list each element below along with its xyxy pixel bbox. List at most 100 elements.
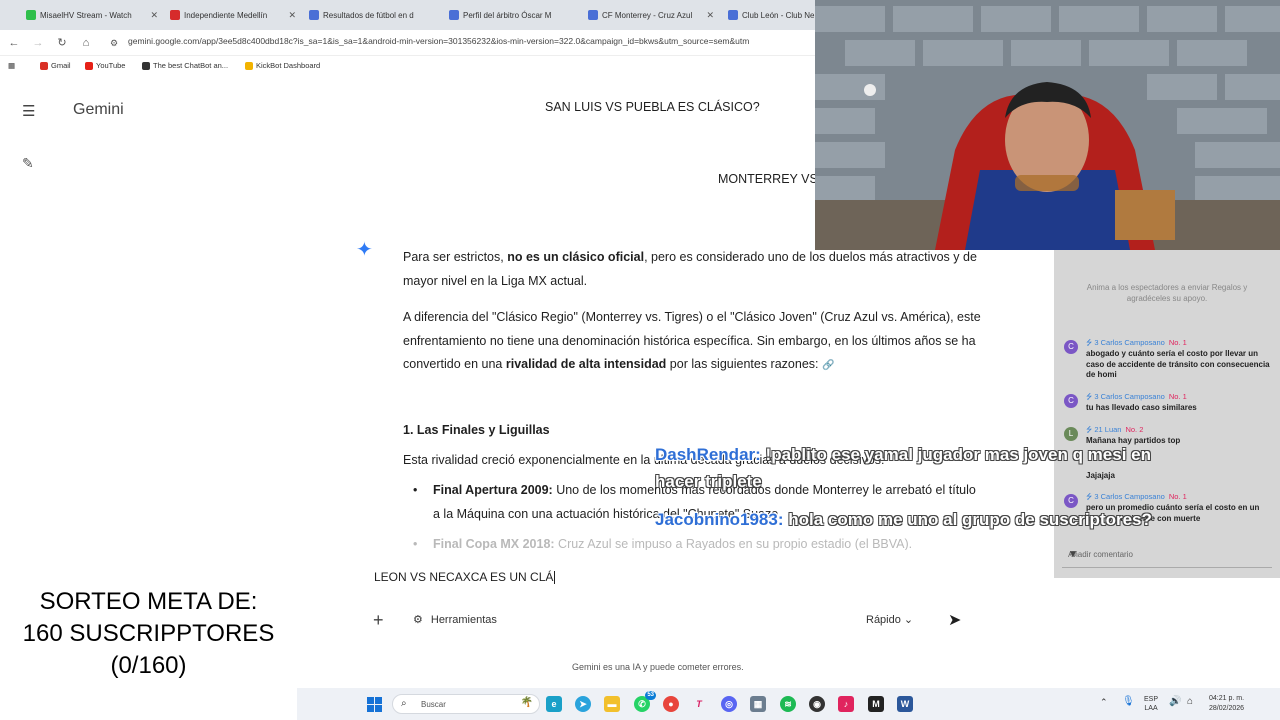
username: Carlos Camposano	[1100, 492, 1165, 501]
comment-input[interactable]: Añadir comentario ☺ ▼	[1062, 544, 1272, 568]
calculator-icon[interactable]: ▦	[750, 696, 766, 712]
forward-icon[interactable]: →	[30, 35, 46, 51]
new-chat-icon[interactable]: ✎	[22, 155, 38, 171]
obs-icon[interactable]: ◉	[809, 696, 825, 712]
kickbot-icon	[245, 61, 253, 70]
chatbot-icon	[142, 61, 150, 70]
browser-tab[interactable]: Perfil del árbitro Óscar M	[449, 6, 575, 24]
menu-icon[interactable]: ☰	[22, 102, 38, 120]
avatar: C	[1064, 494, 1078, 508]
chevron-down-icon: ⌄	[903, 614, 914, 626]
tab-label: Perfil del árbitro Óscar M	[463, 10, 552, 20]
capcut-icon[interactable]: M	[868, 696, 884, 712]
stream-alert: Jacobnino1983: hola como me uno al grupo…	[655, 510, 1152, 530]
gmail-icon	[40, 61, 48, 70]
tab-close-icon[interactable]: ✕	[150, 10, 158, 21]
webcam-overlay	[815, 0, 1280, 250]
response-paragraph: Para ser estrictos, no es un clásico ofi…	[403, 246, 993, 293]
tools-icon: ⚙	[413, 614, 423, 626]
level: 3	[1094, 338, 1099, 347]
tiktok-icon[interactable]: ♪	[838, 696, 854, 712]
chrome-icon[interactable]: ●	[663, 696, 679, 712]
link-icon[interactable]: 🔗	[822, 360, 834, 371]
tray-chevron-icon[interactable]: ⌃	[1100, 698, 1108, 707]
network-icon[interactable]: ⌂	[1187, 697, 1193, 707]
bookmark-gmail[interactable]: Gmail	[40, 61, 71, 70]
level: 21	[1094, 425, 1103, 434]
bookmark-chatbot[interactable]: The best ChatBot an...	[142, 61, 228, 70]
giveaway-line: SORTEO META DE:	[39, 588, 258, 615]
bookmark-label: KickBot Dashboard	[256, 61, 321, 70]
browser-tab-strip: MisaelHV Stream - Watch ✕ Independiente …	[0, 0, 815, 30]
browser-tab[interactable]: Independiente Medellín ✕	[170, 6, 296, 24]
browser-tab[interactable]: Club León - Club Ne	[728, 6, 815, 24]
home-icon[interactable]: ⌂	[78, 35, 94, 51]
tab-favicon-icon	[449, 10, 459, 20]
username: Luan	[1104, 425, 1122, 434]
username: Carlos Camposano	[1100, 338, 1165, 347]
site-info-icon[interactable]: ⚙	[106, 35, 122, 51]
search-placeholder: Buscar	[421, 700, 446, 709]
youtube-icon	[85, 61, 93, 70]
bookmark-label: YouTube	[96, 61, 126, 70]
tab-favicon-icon	[588, 10, 598, 20]
tab-favicon-icon	[309, 10, 319, 20]
discord-icon[interactable]: ◎	[721, 696, 737, 712]
file-explorer-icon[interactable]: ▬	[604, 696, 620, 712]
response-paragraph: A diferencia del "Clásico Regio" (Monter…	[403, 306, 993, 378]
word-icon[interactable]: W	[897, 696, 913, 712]
send-icon[interactable]: ➤	[948, 610, 961, 630]
chat-text: Jajajaja	[1086, 471, 1115, 480]
model-selector[interactable]: Rápido ⌄	[866, 613, 913, 626]
level: 3	[1094, 492, 1099, 501]
username: Carlos Camposano	[1100, 392, 1165, 401]
taskbar-clock[interactable]: 04:21 p. m. 28/02/2026	[1209, 694, 1244, 714]
rank-badge: No. 1	[1168, 392, 1187, 401]
prompt-input[interactable]: LEON VS NECAXCA ES UN CLÁ	[374, 570, 556, 585]
response-heading: 1. Las Finales y Liguillas	[403, 423, 550, 437]
back-icon[interactable]: ←	[6, 35, 22, 51]
giveaway-overlay: SORTEO META DE: 160 SUSCRIPPTORES (0/160…	[0, 584, 297, 696]
add-attachment-icon[interactable]: +	[373, 610, 384, 631]
text-bold: Final Copa MX 2018:	[433, 537, 555, 550]
level-badge-icon: ⭍	[1086, 338, 1093, 347]
stream-alert: DashRendar: !pablito ese yamal jugador m…	[655, 445, 1151, 465]
avatar: C	[1064, 340, 1078, 354]
reload-icon[interactable]: ↻	[54, 35, 70, 51]
tab-close-icon[interactable]: ✕	[288, 10, 296, 21]
avatar: C	[1064, 394, 1078, 408]
taskbar-search[interactable]: ⌕ Buscar 🌴	[392, 694, 540, 714]
spotify-icon[interactable]: ≋	[780, 696, 796, 712]
language-indicator[interactable]: ESP LAA	[1144, 695, 1158, 713]
url-field[interactable]: gemini.google.com/app/3ee5d8c400dbd18c?i…	[128, 36, 815, 46]
telegram-icon[interactable]: ➤	[575, 696, 591, 712]
alert-text: hola como me uno al grupo de suscriptore…	[783, 510, 1152, 529]
browser-tab[interactable]: CF Monterrey - Cruz Azul ✕	[588, 6, 714, 24]
rank-badge: No. 2	[1125, 425, 1144, 434]
windows-start-icon[interactable]	[367, 697, 382, 712]
tab-label: MisaelHV Stream - Watch	[40, 10, 132, 20]
whatsapp-icon[interactable]: ✆ 53	[634, 691, 656, 712]
level-badge-icon: ⭍	[1086, 425, 1093, 434]
tab-label: Resultados de fútbol en d	[323, 10, 414, 20]
bookmark-kickbot[interactable]: KickBot Dashboard	[245, 61, 320, 70]
tab-label: Independiente Medellín	[184, 10, 268, 20]
chat-text: tu has llevado caso similares	[1086, 403, 1197, 412]
giveaway-line: 160 SUSCRIPPTORES	[22, 620, 275, 647]
bullet-dot: •	[413, 483, 418, 497]
tab-close-icon[interactable]: ✕	[706, 10, 714, 21]
send-comment-icon[interactable]: ▼	[1068, 549, 1268, 560]
browser-tab[interactable]: MisaelHV Stream - Watch ✕	[26, 6, 158, 24]
chat-text: abogado y cuánto sería el costo por llev…	[1086, 349, 1270, 379]
chat-username: ⭍ 21 Luan No. 2	[1086, 425, 1143, 436]
bookmark-youtube[interactable]: YouTube	[85, 61, 125, 70]
apps-grid-icon[interactable]: ▦	[8, 61, 15, 70]
lang-bottom: LAA	[1144, 705, 1158, 712]
rank-badge: No. 1	[1168, 338, 1187, 347]
edge-icon[interactable]: e	[546, 696, 562, 712]
tools-button[interactable]: ⚙ Herramientas	[413, 613, 497, 627]
volume-icon[interactable]: 🔊	[1169, 697, 1181, 707]
browser-tab[interactable]: Resultados de fútbol en d	[309, 6, 437, 24]
microphone-icon[interactable]: 🎙	[1122, 697, 1135, 707]
typora-icon[interactable]: T	[691, 696, 707, 712]
